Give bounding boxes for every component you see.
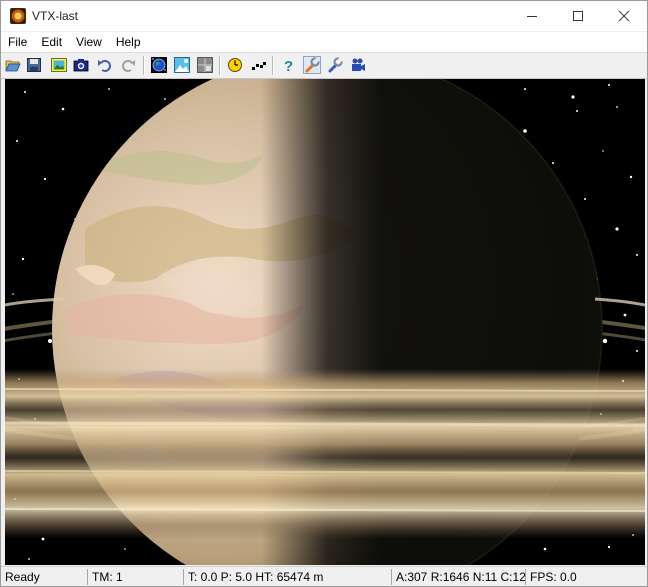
image-button[interactable] xyxy=(50,56,68,74)
menu-help[interactable]: Help xyxy=(109,32,148,52)
status-tm: TM: 1 xyxy=(87,569,183,585)
camera-icon xyxy=(73,59,89,72)
path-icon xyxy=(252,62,266,70)
menu-bar: File Edit View Help xyxy=(1,32,647,53)
menu-file[interactable]: File xyxy=(1,32,34,52)
save-icon xyxy=(27,58,41,72)
globe-icon xyxy=(151,57,167,73)
snapshot-button[interactable] xyxy=(72,56,90,74)
toolbar-separator xyxy=(272,56,274,75)
open-button[interactable] xyxy=(4,56,22,74)
svg-text:?: ? xyxy=(284,58,293,73)
toolbar-separator xyxy=(143,56,145,75)
undo-icon xyxy=(98,60,111,72)
terrain-image-icon xyxy=(174,57,190,73)
application-window: VTX-last File Edit View Help ? Ready TM:… xyxy=(0,0,648,587)
clock-button[interactable] xyxy=(226,56,244,74)
menu-edit[interactable]: Edit xyxy=(34,32,69,52)
status-fps: FPS: 0.0 xyxy=(525,569,647,585)
minimize-icon xyxy=(527,16,537,17)
menu-view[interactable]: View xyxy=(69,32,109,52)
help-button[interactable]: ? xyxy=(279,56,297,74)
toolbar: ? xyxy=(1,53,647,79)
grid-image-icon xyxy=(197,57,213,73)
path-button[interactable] xyxy=(250,56,268,74)
wrench-alt-icon xyxy=(328,57,343,73)
tools-button[interactable] xyxy=(326,56,344,74)
planet-app-icon[interactable] xyxy=(10,8,26,24)
help-icon: ? xyxy=(284,58,293,73)
window-title: VTX-last xyxy=(32,9,79,23)
redo-icon xyxy=(122,60,135,72)
clock-icon xyxy=(228,58,242,72)
minimize-button[interactable] xyxy=(509,1,555,31)
planet-scene xyxy=(5,79,645,565)
status-position: T: 0.0 P: 5.0 HT: 65474 m xyxy=(183,569,391,585)
wrench-icon xyxy=(305,57,320,73)
close-icon xyxy=(618,10,630,22)
status-ready: Ready xyxy=(5,570,40,584)
save-button[interactable] xyxy=(25,56,43,74)
image-icon xyxy=(51,58,67,72)
maximize-button[interactable] xyxy=(555,1,601,31)
globe-button[interactable] xyxy=(150,56,168,74)
close-button[interactable] xyxy=(601,1,647,31)
title-bar[interactable]: VTX-last xyxy=(1,1,647,31)
render-viewport[interactable] xyxy=(5,79,645,565)
undo-button[interactable] xyxy=(96,56,114,74)
maximize-icon xyxy=(573,11,583,21)
toolbar-separator xyxy=(219,56,221,75)
video-camera-icon xyxy=(352,58,365,71)
redo-button[interactable] xyxy=(119,56,137,74)
open-folder-icon xyxy=(5,60,21,72)
grid-button[interactable] xyxy=(196,56,214,74)
settings-button[interactable] xyxy=(303,56,321,74)
terrain-button[interactable] xyxy=(173,56,191,74)
status-counts: A:307 R:1646 N:11 C:12 xyxy=(391,569,525,585)
status-bar: Ready TM: 1 T: 0.0 P: 5.0 HT: 65474 m A:… xyxy=(1,566,647,586)
video-button[interactable] xyxy=(349,56,367,74)
